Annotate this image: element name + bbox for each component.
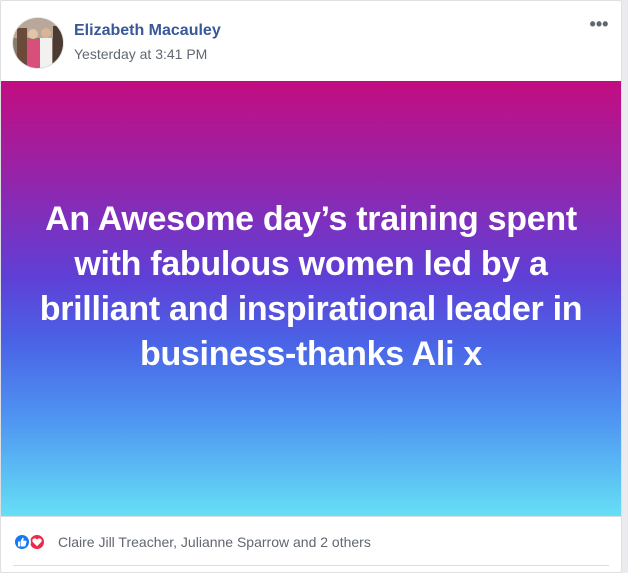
post-header: Elizabeth Macauley Yesterday at 3:41 PM …	[1, 1, 621, 81]
status-text: An Awesome day’s training spent with fab…	[39, 199, 583, 373]
more-options-button[interactable]: •••	[587, 15, 611, 39]
post-card: Elizabeth Macauley Yesterday at 3:41 PM …	[0, 0, 622, 573]
status-background: An Awesome day’s training spent with fab…	[1, 81, 621, 516]
author-avatar[interactable]	[12, 17, 64, 69]
footer-divider	[13, 565, 609, 566]
ellipsis-icon: •••	[589, 14, 609, 34]
post-timestamp[interactable]: Yesterday at 3:41 PM	[74, 46, 207, 62]
author-name[interactable]: Elizabeth Macauley	[74, 22, 221, 40]
reaction-summary[interactable]: Claire Jill Treacher, Julianne Sparrow a…	[58, 534, 371, 550]
avatar-photo	[13, 18, 63, 68]
reactions-bar: Claire Jill Treacher, Julianne Sparrow a…	[1, 516, 621, 566]
like-icon[interactable]	[13, 533, 31, 551]
reaction-icons[interactable]	[13, 533, 53, 551]
